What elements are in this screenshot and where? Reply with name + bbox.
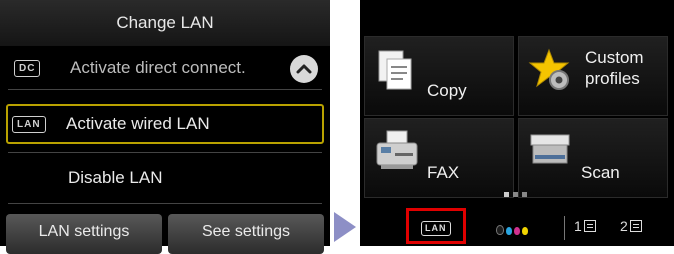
- paper-tray-1[interactable]: 1: [574, 218, 596, 234]
- screen-title: Change LAN: [0, 0, 330, 46]
- divider: [8, 89, 322, 90]
- paper-tray-icon: [583, 220, 596, 232]
- status-bar: LAN 1 2: [360, 202, 674, 246]
- lan-status-highlight[interactable]: LAN: [406, 208, 466, 244]
- tile-label: Copy: [427, 81, 467, 100]
- tile-label: Scan: [581, 163, 620, 182]
- bottom-button-bar: LAN settings See settings: [0, 208, 330, 254]
- scan-tile[interactable]: Scan: [518, 118, 668, 198]
- transition-arrow-icon: [334, 212, 356, 242]
- tile-label: Custom profiles: [585, 48, 644, 88]
- paper-tray-2[interactable]: 2: [620, 218, 642, 234]
- option-label: Activate wired LAN: [66, 114, 210, 133]
- lan-settings-button[interactable]: LAN settings: [6, 214, 162, 254]
- copy-tile[interactable]: Copy: [364, 36, 514, 116]
- home-screen: Copy Custom profiles FAX Scan LAN 1 2: [360, 0, 674, 246]
- dc-tag-icon: DC: [14, 60, 41, 77]
- option-activate-wired-lan[interactable]: LAN Activate wired LAN: [6, 104, 324, 144]
- scan-icon: [530, 134, 570, 164]
- lan-options-list: DC Activate direct connect. LAN Activate…: [0, 48, 330, 208]
- lan-tag-icon: LAN: [12, 116, 46, 133]
- divider: [8, 152, 322, 153]
- ink-level-icon[interactable]: [496, 222, 530, 240]
- custom-profiles-star-icon: [528, 48, 570, 90]
- divider: [8, 203, 322, 204]
- fax-tile[interactable]: FAX: [364, 118, 514, 198]
- lan-status-icon: LAN: [421, 221, 451, 236]
- page-indicator: [504, 184, 531, 202]
- tile-label: FAX: [427, 163, 460, 182]
- change-lan-screen: Change LAN DC Activate direct connect. L…: [0, 0, 330, 254]
- see-settings-button[interactable]: See settings: [168, 214, 324, 254]
- option-activate-direct-connect[interactable]: DC Activate direct connect.: [6, 48, 324, 88]
- chevron-up-icon: [296, 64, 312, 74]
- tray-number: 2: [620, 218, 628, 234]
- option-disable-lan[interactable]: Disable LAN: [6, 158, 324, 198]
- scroll-up-button[interactable]: [290, 55, 318, 83]
- top-bar: [360, 0, 674, 34]
- option-label: Disable LAN: [68, 168, 163, 187]
- fax-icon: [376, 130, 418, 169]
- option-label: Activate direct connect.: [70, 58, 246, 77]
- status-divider: [564, 216, 565, 240]
- paper-tray-icon: [629, 220, 642, 232]
- custom-profiles-tile[interactable]: Custom profiles: [518, 36, 668, 116]
- copy-icon: [378, 50, 412, 90]
- tray-number: 1: [574, 218, 582, 234]
